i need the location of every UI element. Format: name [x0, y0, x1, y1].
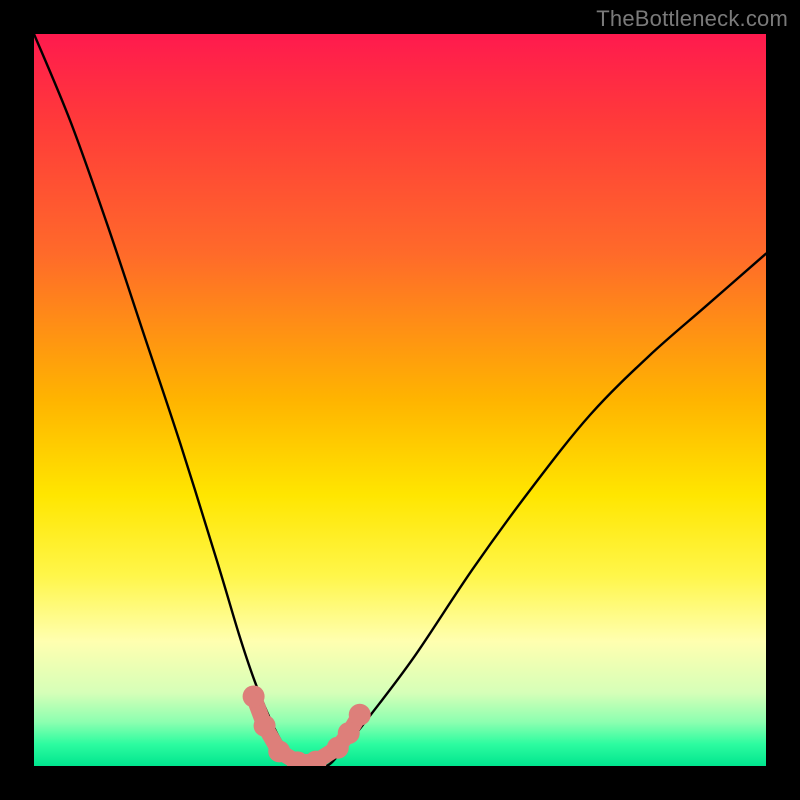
trough-marker-dot — [243, 685, 265, 707]
trough-marker-dot — [254, 715, 276, 737]
chart-svg — [34, 34, 766, 766]
trough-marker-dot — [338, 722, 360, 744]
trough-marker-dot — [268, 740, 290, 762]
chart-frame: TheBottleneck.com — [0, 0, 800, 800]
watermark-text: TheBottleneck.com — [596, 6, 788, 32]
trough-marker-dot — [349, 704, 371, 726]
bottleneck-curve — [34, 34, 766, 766]
plot-area — [34, 34, 766, 766]
trough-marker-dots — [243, 685, 371, 766]
